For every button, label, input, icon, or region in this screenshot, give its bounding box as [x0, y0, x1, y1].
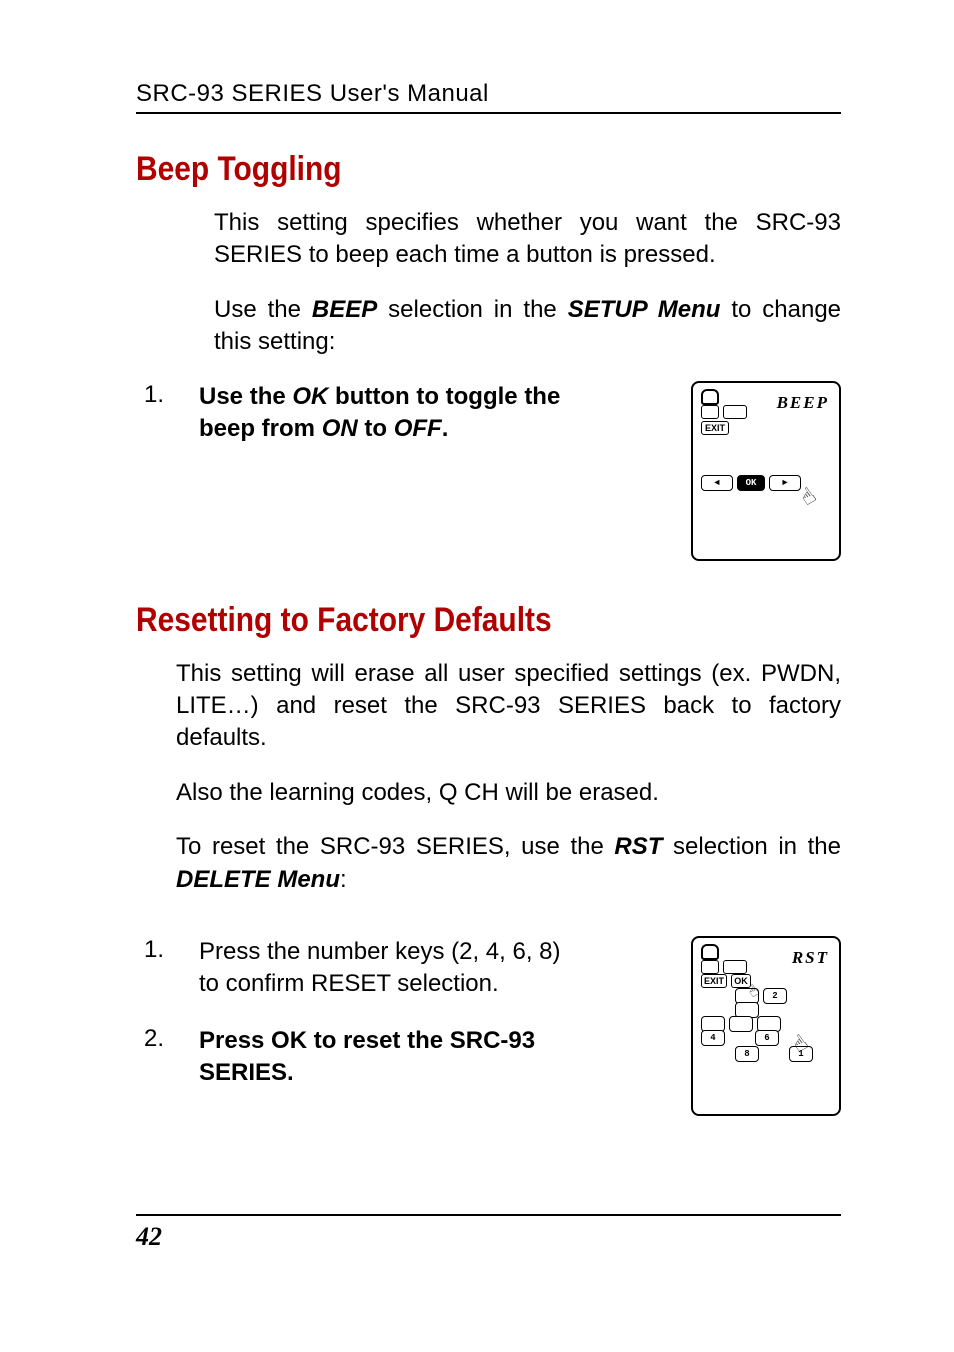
text-italic: OFF [394, 415, 442, 442]
text-italic: OK [292, 383, 328, 410]
text: To reset the SRC-93 SERIES, use the [176, 833, 614, 860]
paragraph: This setting will erase all user specifi… [176, 658, 841, 755]
lcd-blank-key [723, 960, 747, 974]
manual-page: SRC-93 SERIES User's Manual Beep Togglin… [0, 0, 954, 1352]
lcd-key-1: 1 [789, 1046, 813, 1062]
lcd-blank-key [701, 960, 719, 974]
lcd-key-4: 4 [701, 1030, 725, 1046]
lcd-key-2: 2 [763, 988, 787, 1004]
text: selection in the [662, 833, 841, 860]
step: 2. Press OK to reset the SRC-93 SERIES. [136, 1025, 667, 1090]
text-bold: RST [614, 833, 662, 860]
lcd-blank-key [723, 405, 747, 419]
text: to [358, 415, 394, 442]
page-footer: 42 [136, 1214, 841, 1252]
step-text: Press the number keys (2, 4, 6, 8) to co… [199, 936, 569, 1001]
step-text: Use the OK button to toggle the beep fro… [199, 381, 569, 446]
lcd-ok-key: OK [731, 974, 751, 988]
paragraph: Use the BEEP selection in the SETUP Menu… [214, 294, 841, 359]
signal-icon [701, 944, 719, 960]
lcd-key-6: 6 [755, 1030, 779, 1046]
page-header: SRC-93 SERIES User's Manual [136, 80, 841, 114]
lcd-exit-key: EXIT [701, 974, 727, 988]
lcd-key-8: 8 [735, 1046, 759, 1062]
paragraph: To reset the SRC-93 SERIES, use the RST … [176, 831, 841, 896]
text: : [340, 866, 347, 893]
figure-column: BEEP EXIT ◄ OK ► ☝ [691, 381, 841, 561]
lcd-ok-key: OK [737, 475, 765, 491]
text-italic: ON [322, 415, 358, 442]
figure-column: RST EXIT OK 2 [691, 936, 841, 1116]
paragraph: Also the learning codes, Q CH will be er… [176, 777, 841, 809]
text: selection in the [377, 296, 567, 323]
lcd-illustration-beep: BEEP EXIT ◄ OK ► ☝ [691, 381, 841, 561]
text: Use the [199, 383, 292, 410]
signal-icon [701, 389, 719, 405]
text-bold: BEEP [312, 296, 377, 323]
step: 1. Use the OK button to toggle the beep … [136, 381, 667, 446]
section-title-beep-toggling: Beep Toggling [136, 150, 756, 189]
step-number: 2. [136, 1025, 199, 1053]
steps-column: 1. Press the number keys (2, 4, 6, 8) to… [136, 936, 667, 1114]
lcd-title: RST [792, 948, 829, 968]
section-title-resetting: Resetting to Factory Defaults [136, 601, 756, 640]
text: . [442, 415, 449, 442]
lcd-illustration-rst: RST EXIT OK 2 [691, 936, 841, 1116]
text-bold: SETUP Menu [568, 296, 721, 323]
step-number: 1. [136, 381, 199, 409]
step-text: Press OK to reset the SRC-93 SERIES. [199, 1025, 569, 1090]
lcd-blank-key [701, 405, 719, 419]
steps-column: 1. Use the OK button to toggle the beep … [136, 381, 667, 470]
step-with-figure: 1. Use the OK button to toggle the beep … [136, 381, 841, 561]
text-bold: DELETE Menu [176, 866, 340, 893]
page-number: 42 [136, 1222, 162, 1251]
hand-pointer-icon: ☝ [796, 475, 832, 511]
paragraph: This setting specifies whether you want … [214, 207, 841, 272]
step-number: 1. [136, 936, 199, 964]
lcd-title: BEEP [777, 393, 829, 413]
step-with-figure: 1. Press the number keys (2, 4, 6, 8) to… [136, 936, 841, 1116]
lcd-exit-key: EXIT [701, 421, 729, 435]
lcd-right-key: ► [769, 475, 801, 491]
text: Use the [214, 296, 312, 323]
step: 1. Press the number keys (2, 4, 6, 8) to… [136, 936, 667, 1001]
lcd-left-key: ◄ [701, 475, 733, 491]
